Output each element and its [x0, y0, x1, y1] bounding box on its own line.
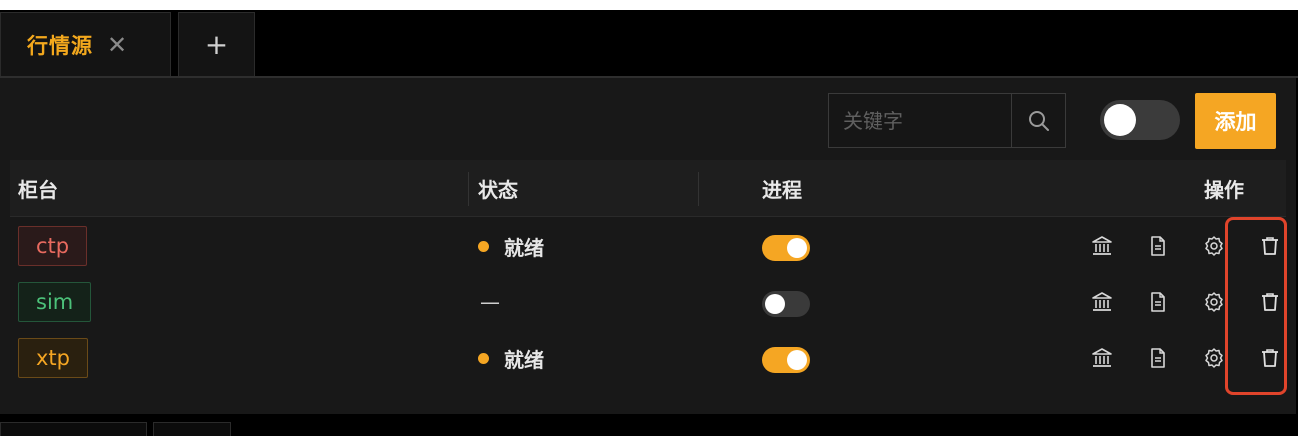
- header-status: 状态: [478, 178, 518, 202]
- tab-bar: 行情源 ✕ +: [0, 0, 1298, 78]
- status-text: 就绪: [504, 347, 544, 372]
- row-actions: [1074, 288, 1298, 316]
- bank-icon: [1092, 348, 1112, 367]
- switch-knob: [787, 350, 807, 370]
- header-counter: 柜台: [18, 178, 58, 202]
- document-icon: [1151, 348, 1165, 368]
- status-cell: —: [478, 274, 500, 330]
- account-button[interactable]: [1074, 288, 1130, 316]
- row-actions: [1074, 344, 1298, 372]
- delete-button[interactable]: [1242, 288, 1298, 316]
- log-button[interactable]: [1130, 344, 1186, 372]
- switch-knob: [787, 238, 807, 258]
- add-tab-button[interactable]: +: [178, 12, 255, 76]
- bottom-strip: [0, 414, 1298, 436]
- status-cell: 就绪: [478, 330, 544, 386]
- search-input[interactable]: [829, 94, 1011, 147]
- trash-icon: [1262, 237, 1278, 255]
- header-divider: [698, 172, 699, 206]
- status-text: —: [480, 290, 500, 314]
- main-panel: 添加 柜台 状态 进程 操作 ctp 就绪 sim — xtp 就绪: [0, 78, 1296, 414]
- status-cell: 就绪: [478, 218, 544, 274]
- account-button[interactable]: [1074, 344, 1130, 372]
- bank-icon: [1092, 292, 1112, 311]
- table-row: xtp 就绪: [10, 330, 1286, 386]
- settings-button[interactable]: [1186, 344, 1242, 372]
- gear-icon: [1205, 236, 1223, 256]
- close-icon[interactable]: ✕: [107, 33, 127, 57]
- counter-tag: ctp: [18, 226, 88, 266]
- trash-icon: [1262, 349, 1278, 367]
- bottom-tab: [153, 422, 231, 436]
- status-text: 就绪: [504, 235, 544, 260]
- tab-market-source[interactable]: 行情源 ✕: [0, 12, 171, 76]
- counter-tag: sim: [18, 282, 92, 322]
- header-actions: 操作: [1204, 178, 1244, 202]
- table-header: 柜台 状态 进程 操作: [10, 160, 1286, 217]
- trash-icon: [1262, 293, 1278, 311]
- delete-button[interactable]: [1242, 344, 1298, 372]
- search-icon: [1028, 110, 1049, 131]
- bank-icon: [1092, 236, 1112, 255]
- gear-icon: [1205, 292, 1223, 312]
- process-switch[interactable]: [762, 235, 810, 261]
- tab-label: 行情源: [27, 33, 93, 58]
- process-switch[interactable]: [762, 347, 810, 373]
- document-icon: [1151, 236, 1165, 256]
- status-dot-icon: [478, 352, 489, 364]
- add-button[interactable]: 添加: [1195, 93, 1276, 149]
- search-button[interactable]: [1011, 94, 1065, 147]
- table-row: sim —: [10, 274, 1286, 330]
- account-button[interactable]: [1074, 232, 1130, 260]
- toggle-knob: [1104, 104, 1136, 136]
- search-box: [828, 93, 1066, 148]
- gear-icon: [1205, 348, 1223, 368]
- bottom-tab: [0, 422, 147, 436]
- row-actions: [1074, 232, 1298, 260]
- process-switch[interactable]: [762, 291, 810, 317]
- delete-button[interactable]: [1242, 232, 1298, 260]
- header-process: 进程: [762, 178, 802, 202]
- filter-toggle[interactable]: [1100, 100, 1180, 140]
- status-dot-icon: [478, 240, 489, 252]
- log-button[interactable]: [1130, 232, 1186, 260]
- plus-icon: +: [204, 28, 229, 61]
- table-row: ctp 就绪: [10, 218, 1286, 274]
- document-icon: [1151, 292, 1165, 312]
- header-divider: [468, 172, 469, 206]
- counter-tag: xtp: [18, 338, 88, 378]
- settings-button[interactable]: [1186, 288, 1242, 316]
- switch-knob: [765, 294, 785, 314]
- log-button[interactable]: [1130, 288, 1186, 316]
- settings-button[interactable]: [1186, 232, 1242, 260]
